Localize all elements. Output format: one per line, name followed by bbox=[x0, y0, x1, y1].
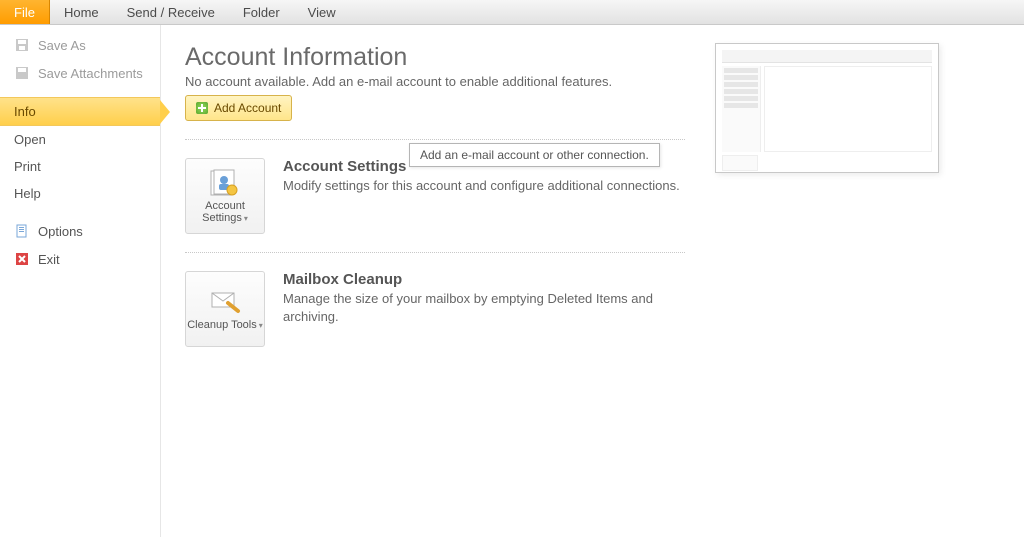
sidebar-item-label: Save As bbox=[38, 38, 86, 53]
mailbox-cleanup-desc: Manage the size of your mailbox by empty… bbox=[283, 290, 685, 325]
sidebar-item-label: Open bbox=[14, 132, 46, 147]
tab-view[interactable]: View bbox=[294, 0, 350, 24]
account-settings-icon bbox=[208, 168, 242, 198]
preview-thumbnail bbox=[715, 43, 939, 173]
sidebar-open[interactable]: Open bbox=[0, 126, 160, 153]
sidebar-help[interactable]: Help bbox=[0, 180, 160, 207]
account-settings-desc: Modify settings for this account and con… bbox=[283, 177, 685, 195]
section-divider bbox=[185, 252, 685, 253]
cleanup-tools-button-label: Cleanup Tools▾ bbox=[187, 319, 263, 331]
page-subtitle: No account available. Add an e-mail acco… bbox=[185, 74, 685, 89]
ribbon-tabs: File Home Send / Receive Folder View bbox=[0, 0, 1024, 25]
tab-file[interactable]: File bbox=[0, 0, 50, 24]
attachment-icon bbox=[14, 65, 30, 81]
tab-home[interactable]: Home bbox=[50, 0, 113, 24]
account-settings-section: Account Settings▾ Account Settings Modif… bbox=[185, 158, 685, 234]
section-divider bbox=[185, 139, 685, 140]
page-title: Account Information bbox=[185, 43, 685, 72]
sidebar-item-label: Print bbox=[14, 159, 41, 174]
cleanup-tools-icon bbox=[208, 287, 242, 317]
sidebar-save-as: Save As bbox=[0, 31, 160, 59]
save-icon bbox=[14, 37, 30, 53]
backstage-content: Account Information No account available… bbox=[161, 25, 1024, 537]
account-settings-button-label: Account Settings▾ bbox=[186, 200, 264, 224]
tab-send-receive[interactable]: Send / Receive bbox=[113, 0, 229, 24]
exit-icon bbox=[14, 251, 30, 267]
account-settings-button[interactable]: Account Settings▾ bbox=[185, 158, 265, 234]
chevron-down-icon: ▾ bbox=[259, 322, 263, 331]
sidebar-save-attachments: Save Attachments bbox=[0, 59, 160, 87]
sidebar-item-label: Info bbox=[14, 104, 36, 119]
sidebar-info[interactable]: Info bbox=[0, 97, 160, 126]
sidebar-print[interactable]: Print bbox=[0, 153, 160, 180]
plus-icon bbox=[196, 102, 208, 114]
sidebar-item-label: Help bbox=[14, 186, 41, 201]
add-account-tooltip: Add an e-mail account or other connectio… bbox=[409, 143, 660, 167]
add-account-button[interactable]: Add Account bbox=[185, 95, 292, 121]
chevron-down-icon: ▾ bbox=[244, 215, 248, 224]
mailbox-cleanup-heading: Mailbox Cleanup bbox=[283, 271, 685, 288]
options-icon bbox=[14, 223, 30, 239]
sidebar-item-label: Options bbox=[38, 224, 83, 239]
sidebar-options[interactable]: Options bbox=[0, 217, 160, 245]
sidebar-item-label: Exit bbox=[38, 252, 60, 267]
cleanup-tools-button[interactable]: Cleanup Tools▾ bbox=[185, 271, 265, 347]
sidebar-exit[interactable]: Exit bbox=[0, 245, 160, 273]
tab-folder[interactable]: Folder bbox=[229, 0, 294, 24]
backstage-sidebar: Save As Save Attachments Info Open Print… bbox=[0, 25, 161, 537]
add-account-label: Add Account bbox=[214, 101, 281, 115]
sidebar-item-label: Save Attachments bbox=[38, 66, 143, 81]
mailbox-cleanup-section: Cleanup Tools▾ Mailbox Cleanup Manage th… bbox=[185, 271, 685, 347]
